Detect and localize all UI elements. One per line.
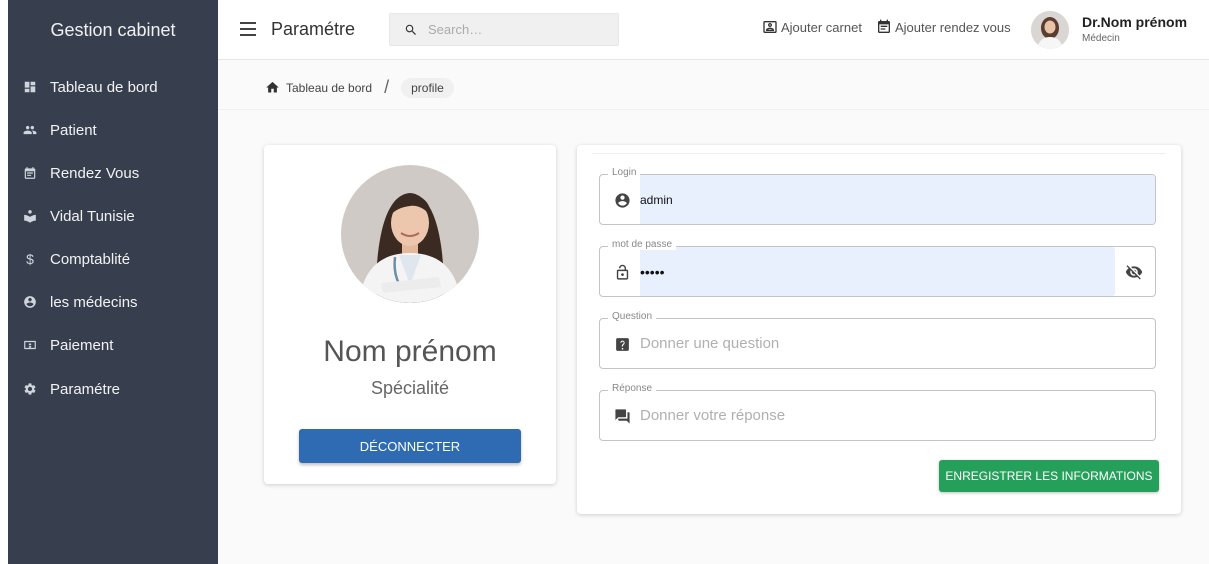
add-appointment-label: Ajouter rendez vous [895, 19, 1011, 35]
forum-icon [613, 407, 631, 425]
search-icon [405, 24, 416, 35]
page-title: Paramétre [271, 19, 356, 39]
sidebar-item-label: Vidal Tunisie [50, 207, 135, 225]
home-icon [266, 81, 279, 93]
sidebar-item-label: Patient [50, 121, 97, 139]
logout-button[interactable]: DÉCONNECTER [299, 429, 521, 463]
people-icon [22, 122, 38, 138]
profile-photo [341, 165, 479, 303]
calendar-icon [22, 165, 38, 181]
save-button[interactable]: ENREGISTRER LES INFORMATIONS [939, 460, 1159, 492]
answer-field[interactable]: Réponse [599, 383, 1156, 441]
hamburger-menu-icon[interactable] [240, 22, 256, 36]
help-box-icon [613, 335, 631, 353]
divider [592, 153, 1166, 154]
account-circle-icon [22, 294, 38, 310]
sidebar-item-les-medecins[interactable]: les médecins [8, 287, 218, 317]
unlock-icon [613, 263, 631, 281]
profile-specialty: Spécialité [370, 378, 450, 398]
visibility-off-icon[interactable] [1125, 263, 1143, 281]
sidebar-item-label: Paiement [50, 336, 114, 354]
breadcrumb-separator: / [384, 77, 390, 97]
user-role: Médecin [1082, 33, 1120, 44]
sidebar-item-comptabilite[interactable]: $ Comptablité [8, 244, 218, 274]
password-value: ••••• [640, 263, 665, 280]
user-name: Dr.Nom prénom [1082, 14, 1188, 30]
password-field[interactable]: mot de passe ••••• [599, 239, 1156, 297]
account-circle-icon [613, 191, 631, 209]
sidebar-brand[interactable]: Gestion cabinet [8, 0, 218, 60]
question-field[interactable]: Question [599, 311, 1156, 369]
breadcrumb: Tableau de bord / profile [265, 77, 454, 98]
sidebar-item-patient[interactable]: Patient [8, 115, 218, 145]
add-carnet-button[interactable]: Ajouter carnet [762, 19, 862, 35]
avatar[interactable] [1031, 11, 1069, 49]
reader-icon [22, 208, 38, 224]
dollar-icon: $ [26, 251, 34, 267]
app-root: Gestion cabinet Tableau de bord Patient … [0, 0, 1209, 564]
sidebar-item-rendez-vous[interactable]: Rendez Vous [8, 158, 218, 188]
sidebar-item-paiement[interactable]: Paiement [8, 330, 218, 360]
sidebar-item-label: Paramétre [50, 380, 121, 398]
event-note-icon [878, 19, 890, 33]
login-field[interactable]: Login admin [599, 167, 1156, 225]
login-label: Login [608, 167, 641, 178]
sidebar-item-label: Tableau de bord [50, 78, 158, 96]
money-icon [22, 337, 38, 353]
search-box[interactable] [389, 13, 619, 46]
settings-form-card: Login admin mot de passe ••••• Question … [577, 145, 1181, 514]
gear-icon [22, 381, 38, 397]
breadcrumb-current: profile [401, 77, 454, 98]
profile-card: Nom prénom Spécialité DÉCONNECTER [264, 145, 556, 484]
sidebar-item-label: Comptablité [50, 250, 131, 268]
contact-card-icon [763, 21, 777, 33]
question-input[interactable] [640, 319, 1100, 368]
breadcrumb-bar: Tableau de bord / profile [218, 60, 1209, 110]
sidebar-item-vidal-tunisie[interactable]: Vidal Tunisie [8, 201, 218, 231]
sidebar-item-tableau-de-bord[interactable]: Tableau de bord [8, 72, 218, 102]
top-bar: Paramétre Ajouter carnet Ajouter rendez … [218, 0, 1209, 60]
sidebar-item-label: Rendez Vous [50, 164, 140, 182]
add-appointment-button[interactable]: Ajouter rendez vous [876, 19, 1011, 35]
breadcrumb-home[interactable]: Tableau de bord [286, 81, 372, 95]
add-carnet-label: Ajouter carnet [781, 19, 862, 35]
search-input[interactable] [428, 22, 598, 37]
sidebar-item-label: les médecins [50, 293, 138, 311]
login-value: admin [640, 192, 673, 207]
profile-name: Nom prénom [323, 335, 497, 368]
dashboard-icon [22, 79, 38, 95]
sidebar-item-parametre[interactable]: Paramétre [8, 374, 218, 404]
answer-input[interactable] [640, 391, 1100, 440]
sidebar: Gestion cabinet Tableau de bord Patient … [8, 0, 218, 564]
